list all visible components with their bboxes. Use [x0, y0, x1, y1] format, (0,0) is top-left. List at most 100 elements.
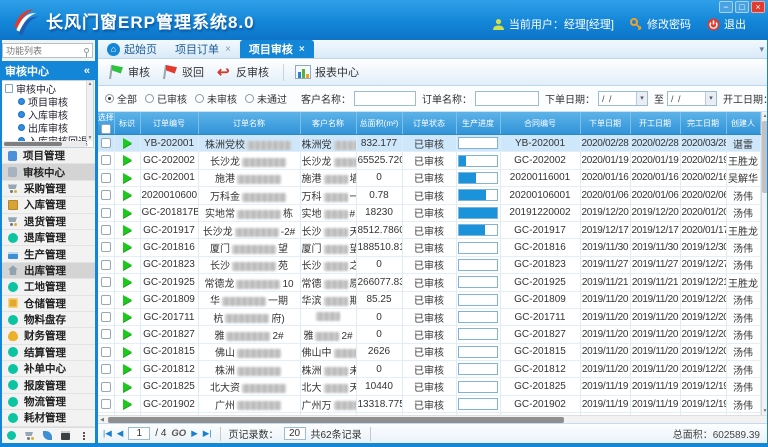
table-row[interactable]: GC-201809 华一期 华滨期 85.25 已审核 GC-201809 20…: [98, 291, 760, 308]
sidebar-item[interactable]: 仓储管理: [0, 296, 95, 312]
order-date-to-input[interactable]: / / ▾: [667, 91, 717, 106]
sidebar-item[interactable]: 退库管理: [0, 230, 95, 246]
column-header[interactable]: 下单日期: [580, 112, 630, 135]
logout-button[interactable]: 退出: [707, 16, 746, 32]
sidebar-footer-icon[interactable]: [61, 431, 70, 440]
sidebar-item[interactable]: 出库管理: [0, 263, 95, 279]
row-checkbox[interactable]: [101, 242, 111, 252]
collapse-icon[interactable]: «: [84, 65, 90, 77]
sidebar-item[interactable]: 退货管理: [0, 214, 95, 230]
row-checkbox[interactable]: [101, 190, 111, 200]
first-page-button[interactable]: |◀: [103, 428, 112, 439]
table-row[interactable]: GC-201925 常德龙10 常德原.. 266077.835.. 已审核 G…: [98, 274, 760, 291]
radio-icon[interactable]: [195, 94, 204, 103]
column-header[interactable]: 创建人: [726, 112, 760, 135]
pin-icon[interactable]: [84, 48, 89, 53]
row-checkbox[interactable]: [101, 173, 111, 183]
sidebar-item[interactable]: 耗材管理: [0, 410, 95, 426]
page-number-input[interactable]: [128, 427, 150, 440]
next-page-button[interactable]: ▶: [191, 428, 198, 439]
scrollbar-thumb[interactable]: [108, 417, 564, 423]
order-date-from-input[interactable]: / / ▾: [598, 91, 648, 106]
sidebar-item[interactable]: 采购管理: [0, 181, 95, 197]
status-filter-radio[interactable]: 已审核: [145, 91, 187, 106]
column-header[interactable]: 订单名称: [198, 112, 300, 135]
row-checkbox[interactable]: [101, 138, 111, 148]
row-checkbox[interactable]: [101, 364, 111, 374]
customer-name-input[interactable]: [354, 91, 416, 106]
column-header[interactable]: 合同编号: [500, 112, 580, 135]
tree-vertical-scrollbar[interactable]: ▲ ▼: [86, 81, 93, 141]
table-row[interactable]: YB-202001 株洲党校 株洲党员.. 832.177 已审核 YB-202…: [98, 135, 760, 152]
row-checkbox[interactable]: [101, 225, 111, 235]
toolbar-button[interactable]: 反审核: [212, 62, 277, 82]
status-filter-radio[interactable]: 全部: [105, 91, 137, 106]
table-row[interactable]: GC-202001 施港 施港墙 0 已审核 20200116001 2020/…: [98, 169, 760, 186]
close-tab-icon[interactable]: ×: [225, 44, 231, 55]
sidebar-item[interactable]: 物流管理: [0, 394, 95, 410]
column-header[interactable]: 总面积(m²): [356, 112, 402, 135]
horizontal-scrollbar[interactable]: ◀: [98, 415, 768, 423]
table-row[interactable]: GC-201815 佛山 佛山中库 2626 已审核 GC-201815 201…: [98, 343, 760, 360]
table-row[interactable]: GC-201917 长沙龙-2# 长沙天.. 8512.78600.. 已审核 …: [98, 221, 760, 238]
scroll-left-icon[interactable]: ◀: [98, 416, 106, 424]
toolbar-button[interactable]: 驳回: [158, 62, 212, 82]
tab[interactable]: 项目审核 ×: [240, 40, 314, 58]
sidebar-item[interactable]: 财务管理: [0, 328, 95, 344]
table-row[interactable]: GC-201816 厦门望 厦门望 188510.818 已审核 GC-2018…: [98, 239, 760, 256]
sidebar-item[interactable]: 项目管理: [0, 148, 95, 164]
row-checkbox[interactable]: [101, 382, 111, 392]
column-header[interactable]: 完工日期: [680, 112, 726, 135]
row-checkbox[interactable]: [101, 295, 111, 305]
row-checkbox[interactable]: [101, 277, 111, 287]
table-row[interactable]: GC-201711 杭府) 0 已审核 GC-201711 2019/11/20…: [98, 308, 760, 325]
row-checkbox[interactable]: [101, 260, 111, 270]
row-checkbox[interactable]: [101, 347, 111, 357]
row-checkbox[interactable]: [101, 208, 111, 218]
column-header[interactable]: 开工日期: [630, 112, 680, 135]
row-checkbox[interactable]: [101, 399, 111, 409]
table-row[interactable]: GC-201817B 实地常栋 实地#.. 18230 已审核 20191220…: [98, 204, 760, 221]
table-row[interactable]: GC-201812 株洲 株洲未来 0 已审核 GC-201812 2019/1…: [98, 361, 760, 378]
toolbar-button[interactable]: 报表中心: [277, 62, 367, 83]
sidebar-item[interactable]: 结算管理: [0, 345, 95, 361]
column-header[interactable]: 生产进度: [456, 112, 500, 135]
prev-page-button[interactable]: ◀: [117, 428, 124, 439]
sidebar-item[interactable]: 生产管理: [0, 246, 95, 262]
sidebar-item[interactable]: 物料盘存: [0, 312, 95, 328]
dropdown-icon[interactable]: ▾: [636, 92, 647, 105]
change-password-button[interactable]: 修改密码: [630, 16, 691, 32]
table-row[interactable]: GC-201902 广州 广州万森林 13318.775 已审核 GC-2019…: [98, 395, 760, 412]
row-checkbox[interactable]: [101, 312, 111, 322]
row-checkbox[interactable]: [101, 155, 111, 165]
table-row[interactable]: GC-201825 北大资 北大天.. 10440 已审核 GC-201825 …: [98, 378, 760, 395]
page-size-input[interactable]: [284, 427, 306, 440]
scrollbar-thumb[interactable]: [4, 142, 62, 146]
scroll-down-icon[interactable]: ▼: [88, 135, 93, 141]
status-filter-radio[interactable]: 未审核: [195, 91, 237, 106]
sidebar-item[interactable]: 工地管理: [0, 279, 95, 295]
last-page-button[interactable]: ▶|: [203, 428, 212, 439]
sidebar-item[interactable]: 审核中心: [0, 164, 95, 180]
close-window-button[interactable]: ×: [751, 1, 765, 13]
close-tab-icon[interactable]: ×: [299, 44, 305, 55]
minimize-button[interactable]: −: [719, 1, 733, 13]
column-header[interactable]: 标识: [114, 112, 140, 135]
sidebar-item[interactable]: 补单中心: [0, 361, 95, 377]
sidebar-footer-icon[interactable]: [79, 431, 88, 440]
status-filter-radio[interactable]: 未通过: [245, 91, 287, 106]
radio-icon[interactable]: [105, 94, 114, 103]
sidebar-footer-icon[interactable]: [7, 431, 16, 440]
tab[interactable]: 项目订单 ×: [166, 40, 240, 58]
radio-icon[interactable]: [145, 94, 154, 103]
toolbar-button[interactable]: 审核: [104, 62, 158, 82]
row-checkbox[interactable]: [101, 329, 111, 339]
table-row[interactable]: 20200106001 万科金 万科一期 0.78 已审核 2020010600…: [98, 187, 760, 204]
column-header[interactable]: 订单编号: [140, 112, 198, 135]
go-button[interactable]: GO: [171, 428, 186, 439]
sidebar-item[interactable]: 报废管理: [0, 377, 95, 393]
table-row[interactable]: GC-202002 长沙龙 长沙龙 65525.7200.. 已审核 GC-20…: [98, 152, 760, 169]
table-row[interactable]: GC-201827 雅2# 雅2# 0 已审核 GC-201827 2019/1…: [98, 326, 760, 343]
column-header[interactable]: 客户名称: [300, 112, 356, 135]
order-name-input[interactable]: [475, 91, 539, 106]
